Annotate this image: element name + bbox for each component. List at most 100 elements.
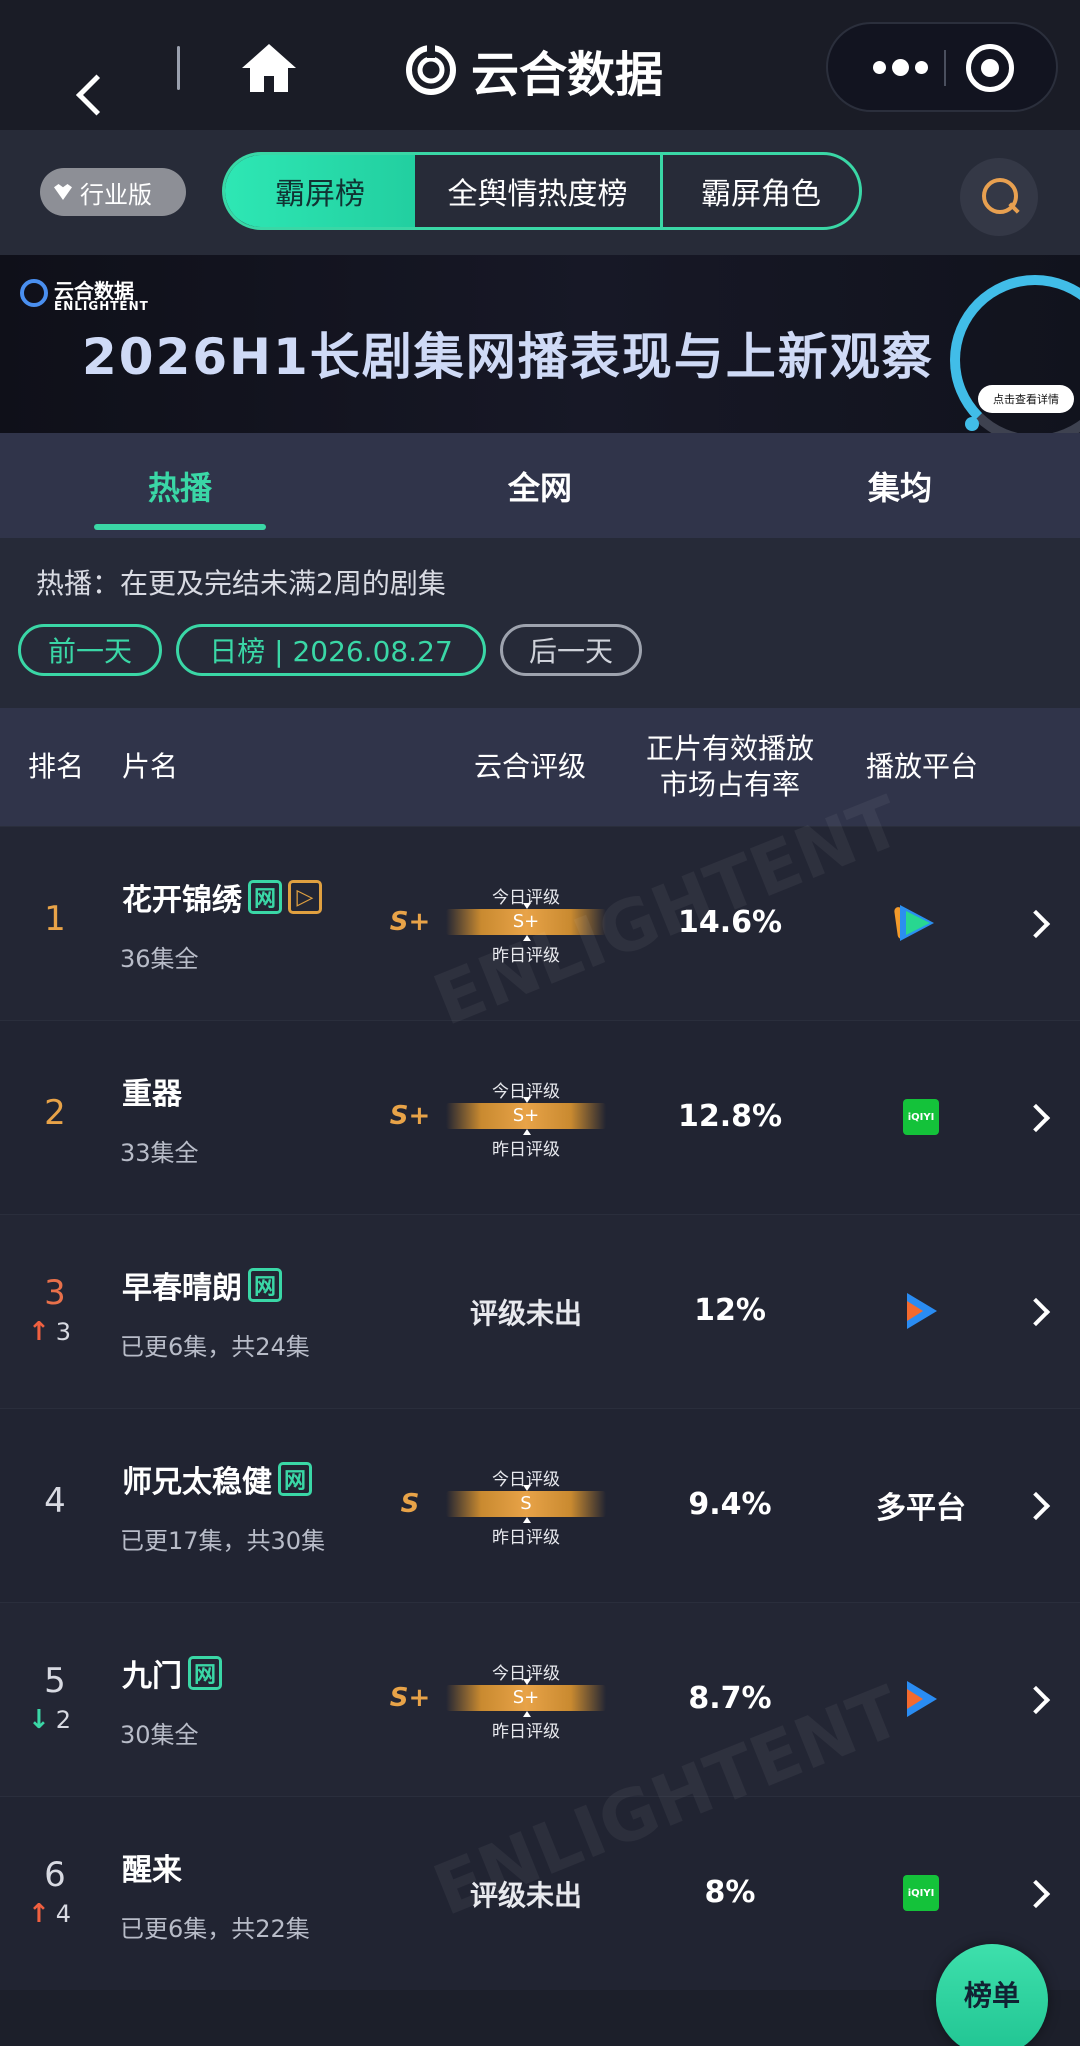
edition-badge[interactable]: 行业版 <box>40 168 186 216</box>
platform-cell <box>846 893 996 953</box>
grade-yesterday-label: 昨日评级 <box>492 1140 560 1160</box>
chevron-right-icon[interactable] <box>1021 1297 1051 1327</box>
rank-change: ↑ 4 <box>28 1899 72 1929</box>
show-title: 九门网 <box>122 1651 222 1695</box>
grade-bar: S+ <box>446 1679 606 1717</box>
market-share: 12% <box>694 1293 766 1328</box>
episode-status: 33集全 <box>120 1139 199 1167</box>
arrow-down-icon: ↓ <box>28 1705 50 1735</box>
rank-number: 3 <box>44 1273 66 1313</box>
web-series-tag: 网 <box>188 1656 222 1690</box>
grade-bar: S+ <box>446 1097 606 1135</box>
app-logo-icon <box>406 44 456 95</box>
board-segmented-control: 霸屏榜 全舆情热度榜 霸屏角色 <box>222 152 862 230</box>
chevron-right-icon[interactable] <box>1021 1879 1051 1909</box>
tab-per-episode[interactable]: 集均 <box>830 433 970 538</box>
mini-program-capsule <box>826 22 1058 112</box>
grade-meter: 今日评级 S 昨日评级 <box>446 1465 606 1548</box>
grade-letter: S+ <box>389 1683 431 1713</box>
show-title: 师兄太稳健网 <box>122 1457 312 1501</box>
nav-divider <box>177 46 180 90</box>
web-series-tag: 网 <box>248 1268 282 1302</box>
chevron-right-icon[interactable] <box>1021 1685 1051 1715</box>
tab-dominance-roles[interactable]: 霸屏角色 <box>663 155 859 227</box>
table-header: 排名 片名 云合评级 正片有效播放 市场占有率 播放平台 <box>0 708 1080 826</box>
youku-icon <box>903 1679 939 1719</box>
platform-cell: iQIYI <box>846 1087 996 1147</box>
market-share: 8% <box>704 1875 756 1910</box>
tab-dominance-board[interactable]: 霸屏榜 <box>225 155 415 227</box>
show-title: 重器 <box>122 1077 182 1112</box>
table-row[interactable]: 1 花开锦绣网 ▷ 36集全 S+ 今日评级 S+ 昨日评级 14.6% <box>0 826 1080 1020</box>
market-share: 12.8% <box>677 1099 783 1134</box>
episode-status: 已更6集，共24集 <box>120 1333 310 1361</box>
search-icon[interactable] <box>960 158 1038 236</box>
tab-hot[interactable]: 热播 <box>94 433 266 538</box>
board-tab-row: 行业版 霸屏榜 全舆情热度榜 霸屏角色 <box>0 130 1080 255</box>
header-grade: 云合评级 <box>473 750 586 783</box>
market-share: 14.6% <box>677 905 783 940</box>
episode-status: 36集全 <box>120 945 199 973</box>
show-title: 醒来 <box>122 1853 182 1888</box>
platform-cell <box>846 1281 996 1341</box>
rank-number: 6 <box>44 1855 66 1895</box>
grade-yesterday-label: 昨日评级 <box>492 946 560 966</box>
board-description: 热播：在更及完结未满2周的剧集 <box>36 567 446 600</box>
banner-cta-button[interactable]: 点击查看详情 <box>978 385 1074 413</box>
rank-number: 5 <box>44 1661 66 1701</box>
iqiyi-icon: iQIYI <box>903 1099 939 1135</box>
close-mini-program-icon[interactable] <box>966 44 1014 92</box>
grade-meter: 今日评级 S+ 昨日评级 <box>446 1077 606 1160</box>
youku-icon <box>903 1291 939 1331</box>
date-filter: 热播：在更及完结未满2周的剧集 前一天 日榜 | 2026.08.27 后一天 <box>0 538 1080 708</box>
table-row[interactable]: 3 ↑ 3 早春晴朗网已更6集，共24集 评级未出 12% <box>0 1214 1080 1408</box>
episode-status: 30集全 <box>120 1721 199 1749</box>
date-selector[interactable]: 日榜 | 2026.08.27 <box>176 624 486 676</box>
show-title: 花开锦绣网 ▷ <box>122 875 322 919</box>
grade-status: 评级未出 <box>469 1297 582 1330</box>
grade-yesterday-label: 昨日评级 <box>492 1722 560 1742</box>
grade-meter: 今日评级 S+ 昨日评级 <box>446 1659 606 1742</box>
chevron-right-icon[interactable] <box>1021 1491 1051 1521</box>
table-row[interactable]: 6 ↑ 4 醒来 已更6集，共22集 评级未出 8% iQIYI <box>0 1796 1080 1990</box>
market-share: 9.4% <box>688 1487 772 1522</box>
grade-bar: S+ <box>446 903 606 941</box>
next-day-button[interactable]: 后一天 <box>500 624 642 676</box>
rank-change: ↓ 2 <box>28 1705 72 1735</box>
back-arrow-icon[interactable] <box>62 44 112 94</box>
episode-status: 已更17集，共30集 <box>120 1527 326 1555</box>
grade-letter: S <box>400 1489 420 1519</box>
platform-cell <box>846 1669 996 1729</box>
app-title: 云合数据 <box>405 38 663 103</box>
arrow-up-icon: ↑ <box>28 1317 50 1347</box>
market-share: 8.7% <box>688 1681 772 1716</box>
rank-change: ↑ 3 <box>28 1317 72 1347</box>
web-series-tag: 网 <box>248 880 282 914</box>
arrow-up-icon: ↑ <box>28 1899 50 1929</box>
banner-logo: 云合数据 ENLIGHTENT <box>20 275 148 319</box>
grade-yesterday-label: 昨日评级 <box>492 1528 560 1548</box>
more-icon[interactable] <box>856 24 944 110</box>
platform-cell: iQIYI <box>846 1863 996 1923</box>
rank-number: 1 <box>44 899 66 939</box>
promo-banner[interactable]: 云合数据 ENLIGHTENT 2026H1长剧集网播表现与上新观察 点击查看详… <box>0 255 1080 433</box>
chevron-right-icon[interactable] <box>1021 909 1051 939</box>
grade-meter: 今日评级 S+ 昨日评级 <box>446 883 606 966</box>
chevron-right-icon[interactable] <box>1021 1103 1051 1133</box>
gem-icon <box>54 184 72 200</box>
tencent-video-icon <box>893 905 942 941</box>
banner-title: 2026H1长剧集网播表现与上新观察 <box>82 328 934 386</box>
header-market-share: 正片有效播放 市场占有率 <box>645 732 814 801</box>
table-row[interactable]: 5 ↓ 2 九门网 30集全 S+ 今日评级 S+ 昨日评级 8.7% <box>0 1602 1080 1796</box>
tab-all-network[interactable]: 全网 <box>470 433 610 538</box>
ranking-list-fab[interactable]: 榜单 <box>936 1944 1048 2046</box>
tab-sentiment-board[interactable]: 全舆情热度榜 <box>415 155 663 227</box>
multi-platform-label: 多平台 <box>876 1491 966 1526</box>
table-row[interactable]: 2 重器 33集全 S+ 今日评级 S+ 昨日评级 12.8% iQIYI <box>0 1020 1080 1214</box>
table-row[interactable]: 4 师兄太稳健网已更17集，共30集 S 今日评级 S 昨日评级 9.4% 多平台 <box>0 1408 1080 1602</box>
grade-letter: S+ <box>389 907 431 937</box>
iqiyi-icon: iQIYI <box>903 1875 939 1911</box>
prev-day-button[interactable]: 前一天 <box>18 624 162 676</box>
rank-number: 2 <box>44 1093 66 1133</box>
home-icon[interactable] <box>240 42 298 94</box>
